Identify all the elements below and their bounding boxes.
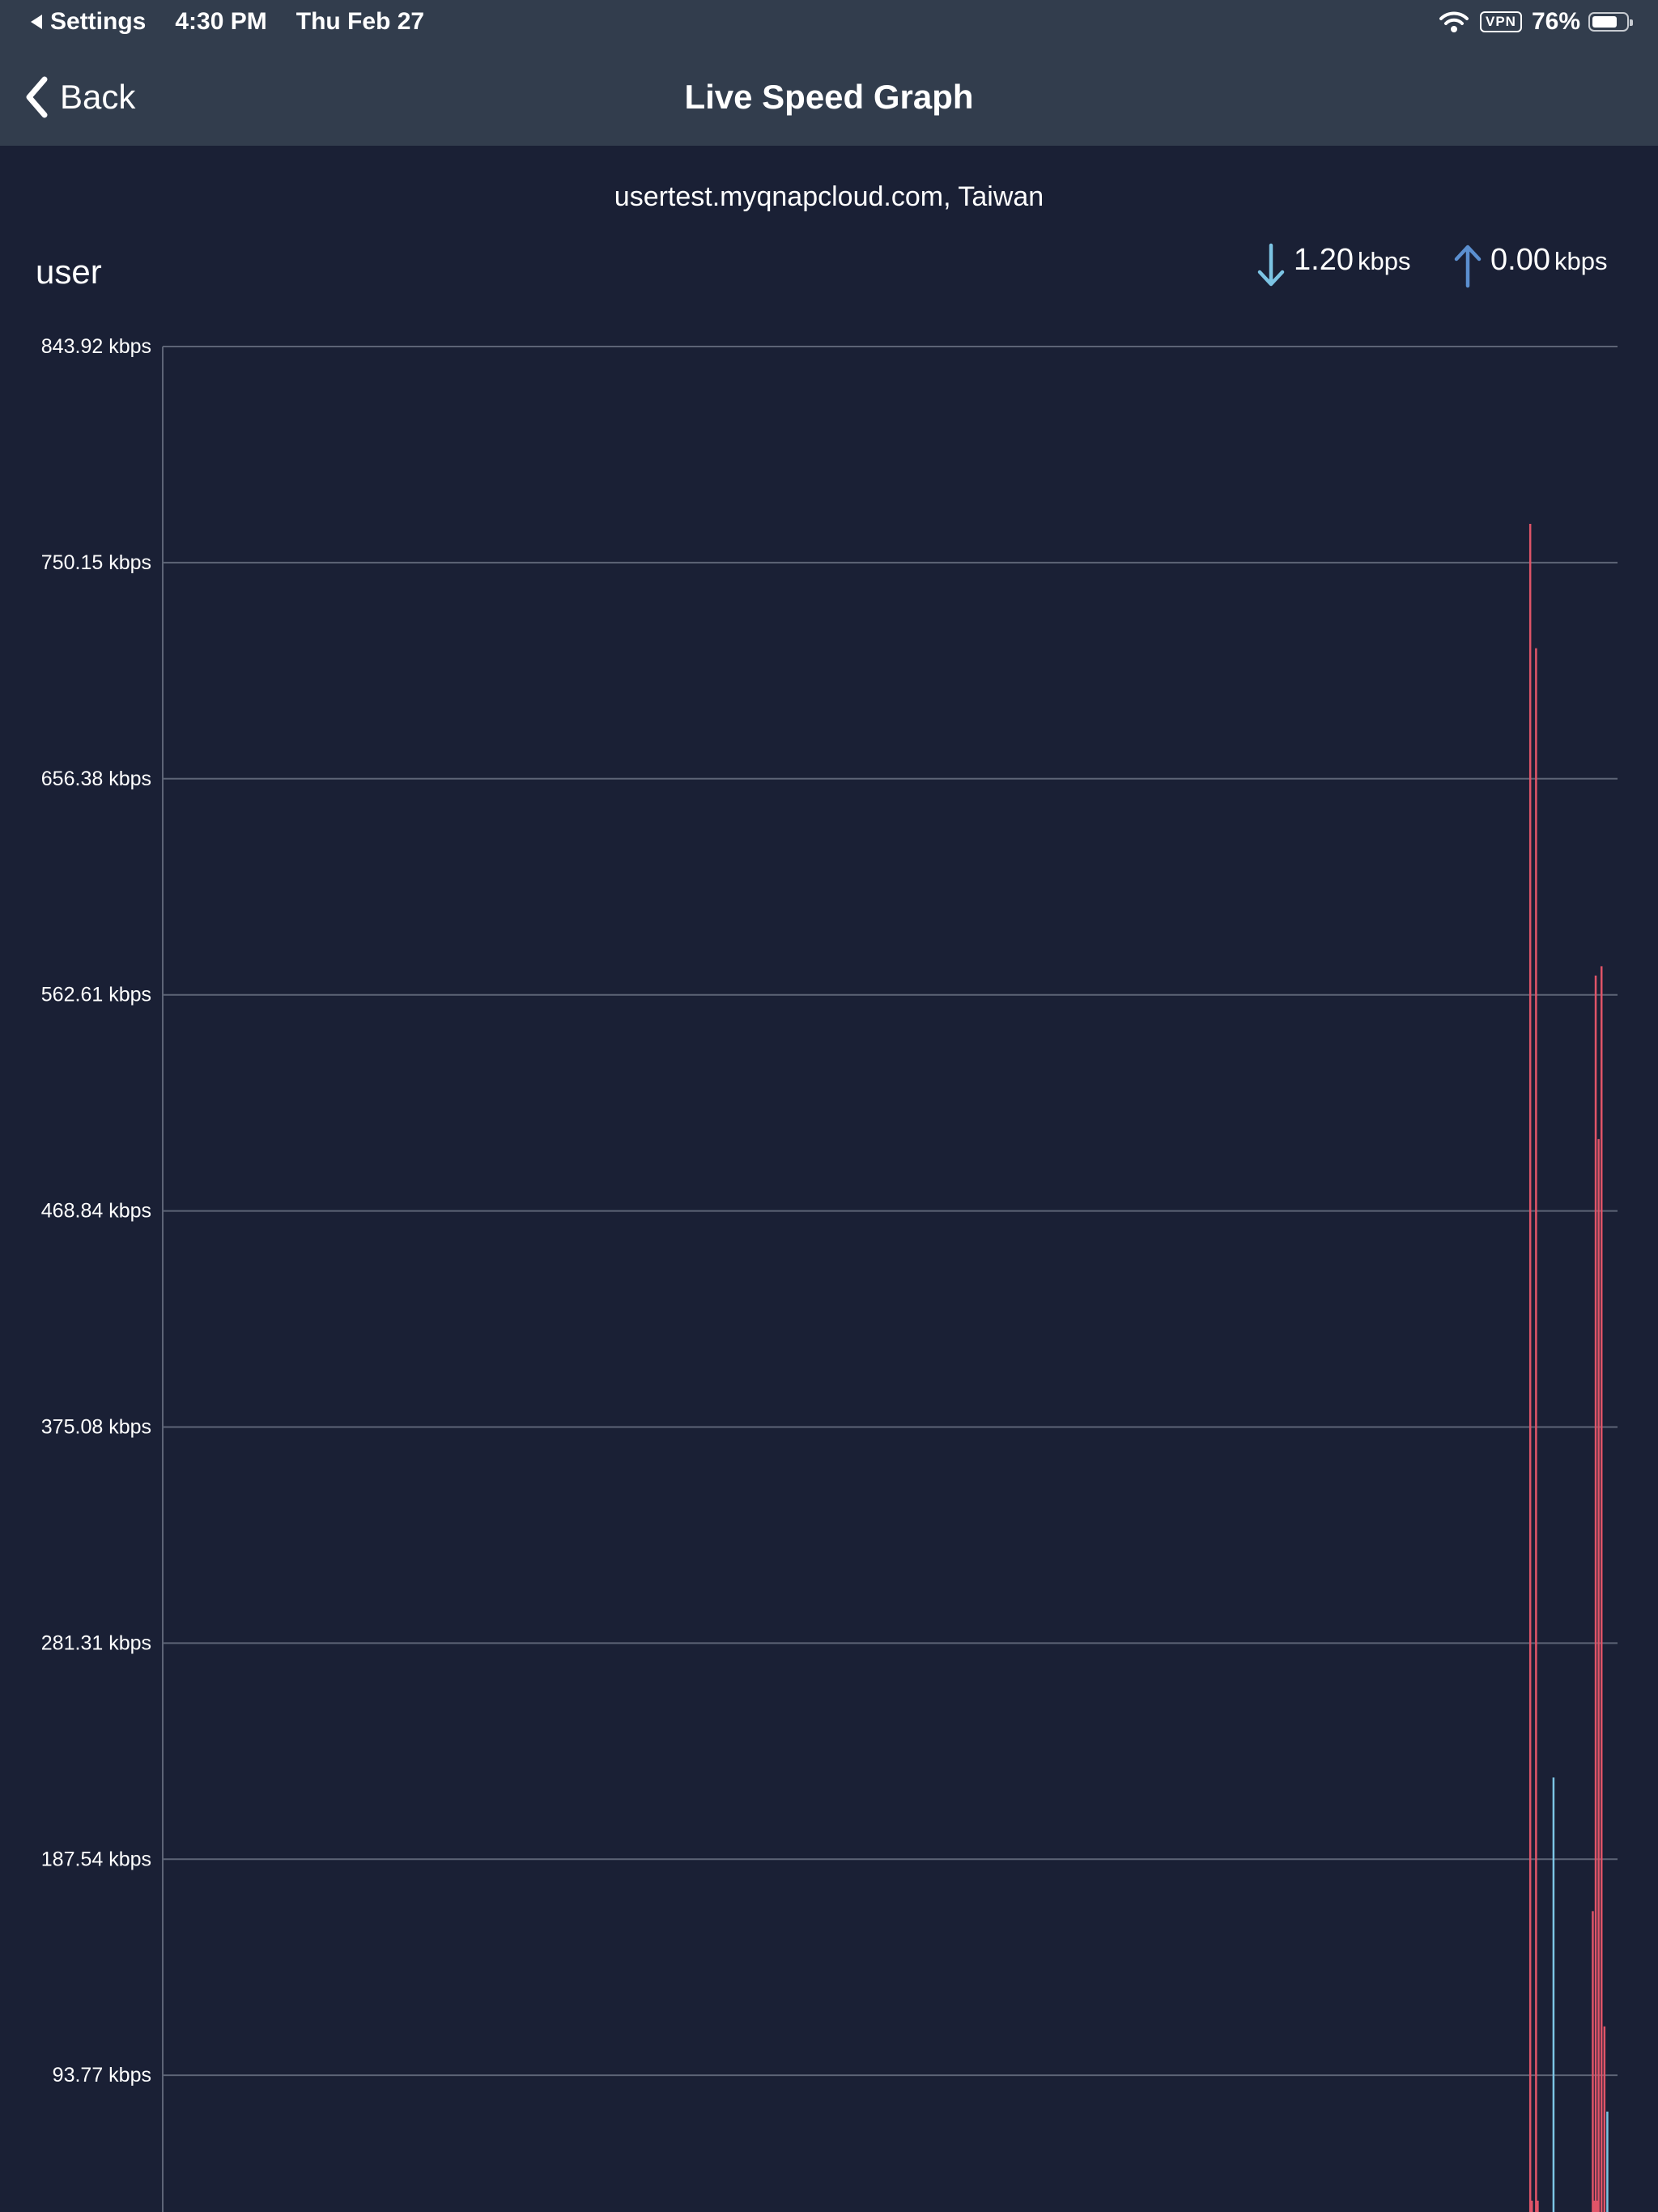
status-date: Thu Feb 27 [295, 8, 425, 35]
y-tick-label: 656.38 kbps [41, 768, 151, 790]
y-tick-label: 843.92 kbps [41, 335, 151, 358]
download-speed-unit: kbps [1357, 247, 1411, 275]
upload-speed: 0.00 kbps [1453, 243, 1607, 288]
server-label: usertest.myqnapcloud.com, Taiwan [614, 181, 1044, 212]
page-title: Live Speed Graph [684, 78, 974, 116]
username-label: user [36, 253, 102, 291]
status-time: 4:30 PM [175, 8, 267, 35]
y-tick-label: 562.61 kbps [41, 984, 151, 1006]
speed-chart: 93.77 kbps 187.54 kbps 281.31 kbps 375.08 k… [41, 335, 1618, 2212]
nav-bar: Back Live Speed Graph [0, 49, 1658, 146]
upload-speed-value: 0.00 [1490, 243, 1550, 277]
y-tick-label: 93.77 kbps [53, 2064, 151, 2087]
y-tick-label: 281.31 kbps [41, 1631, 151, 1654]
status-bar: Settings 4:30 PM Thu Feb 27 VPN 76% [0, 0, 1658, 49]
download-speed-value: 1.20 [1294, 243, 1354, 277]
y-tick-label: 375.08 kbps [41, 1415, 151, 1438]
download-arrow-icon [1257, 243, 1285, 287]
y-tick-label: 187.54 kbps [41, 1848, 151, 1870]
vpn-badge: VPN [1479, 11, 1522, 32]
back-to-app-icon[interactable] [31, 15, 42, 29]
status-bar-left: Settings 4:30 PM Thu Feb 27 [31, 8, 424, 36]
wifi-icon [1439, 11, 1469, 32]
back-to-app-label[interactable]: Settings [50, 8, 146, 36]
y-tick-label: 468.84 kbps [41, 1200, 151, 1223]
battery-percent: 76% [1531, 8, 1580, 35]
y-tick-label: 750.15 kbps [41, 551, 151, 574]
upload-arrow-icon [1454, 245, 1482, 288]
upload-speed-unit: kbps [1554, 247, 1608, 275]
download-speed: 1.20 kbps [1256, 243, 1410, 288]
battery-fill [1592, 16, 1617, 28]
battery-icon [1588, 12, 1633, 32]
status-bar-right: VPN 76% [1439, 8, 1633, 36]
